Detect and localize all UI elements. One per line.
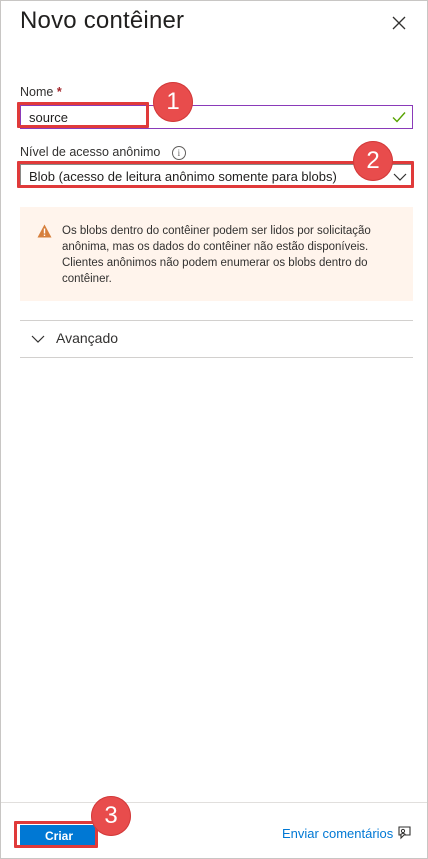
name-label-text: Nome (20, 85, 54, 99)
step-badge-3: 3 (91, 796, 131, 836)
divider (20, 357, 413, 358)
name-label: Nome * (20, 85, 62, 99)
required-mark: * (56, 85, 62, 99)
warning-icon (37, 224, 52, 238)
access-level-label: Nível de acesso anônimo i (20, 145, 186, 160)
warning-text: Os blobs dentro do contêiner podem ser l… (62, 225, 371, 285)
advanced-section-toggle[interactable]: Avançado (20, 322, 413, 356)
send-feedback-link[interactable]: Enviar comentários (282, 826, 393, 841)
feedback-icon[interactable] (396, 825, 412, 841)
step-badge-2: 2 (353, 141, 393, 181)
highlight-create-button (14, 821, 98, 848)
access-level-label-text: Nível de acesso anônimo (20, 145, 161, 159)
chevron-down-icon (31, 335, 45, 343)
check-icon (392, 112, 406, 123)
info-icon[interactable]: i (171, 145, 186, 160)
panel-title: Novo contêiner (20, 7, 185, 34)
new-container-panel: Novo contêiner Nome * source Nível de ac… (0, 0, 428, 859)
divider (20, 320, 413, 321)
warning-message: Os blobs dentro do contêiner podem ser l… (20, 207, 413, 301)
footer-divider (1, 802, 427, 803)
advanced-label: Avançado (56, 330, 119, 346)
highlight-name-input (17, 102, 149, 128)
close-icon[interactable] (389, 13, 409, 33)
step-badge-1: 1 (153, 82, 193, 122)
